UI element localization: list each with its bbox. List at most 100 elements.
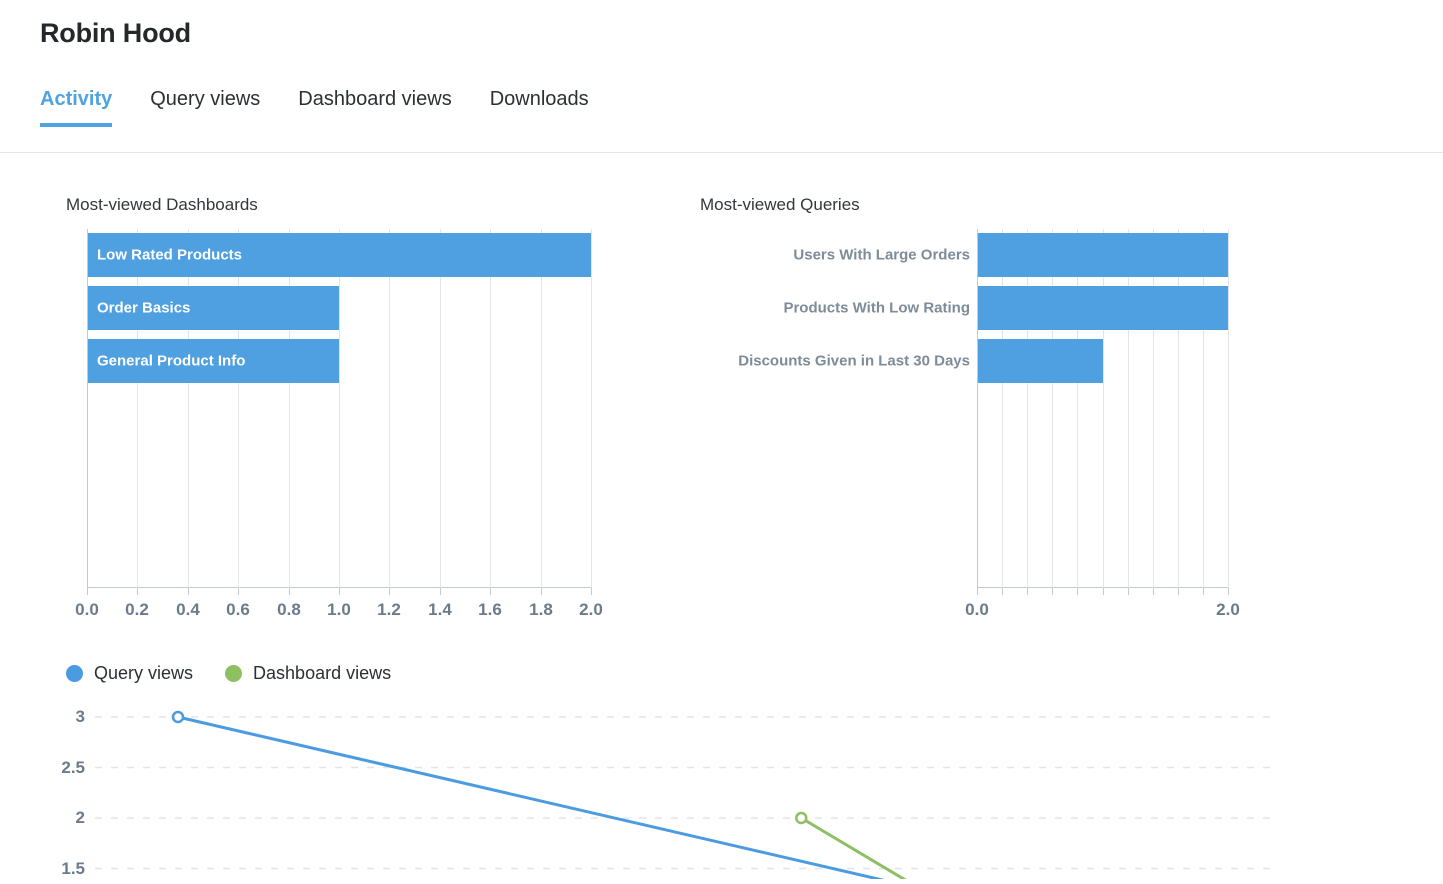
x-axis-tick xyxy=(389,588,390,595)
y-axis-line xyxy=(87,229,88,588)
x-axis-tick xyxy=(490,588,491,595)
x-axis-tick xyxy=(1077,588,1078,595)
x-axis-tick xyxy=(1128,588,1129,595)
most-viewed-queries-chart xyxy=(977,229,1228,588)
tab-activity[interactable]: Activity xyxy=(40,88,112,127)
x-axis-tick xyxy=(1203,588,1204,595)
tab-downloads-label: Downloads xyxy=(490,88,589,110)
gridline xyxy=(137,229,138,588)
gridline xyxy=(188,229,189,588)
gridline xyxy=(1128,229,1129,588)
views-over-time-chart: 3 2.5 2 1.5 xyxy=(0,690,1443,879)
gridline xyxy=(1103,229,1104,588)
tab-dashboard-views-label: Dashboard views xyxy=(298,88,451,110)
data-point-marker[interactable] xyxy=(796,813,806,823)
bar[interactable] xyxy=(978,233,1228,277)
x-axis-tick-label: 1.8 xyxy=(529,600,553,620)
gridline xyxy=(339,229,340,588)
bar-label: Order Basics xyxy=(97,300,190,317)
tab-downloads[interactable]: Downloads xyxy=(490,88,589,127)
data-point-marker[interactable] xyxy=(173,712,183,722)
x-axis-tick xyxy=(137,588,138,595)
gridline xyxy=(490,229,491,588)
x-axis-tick xyxy=(188,588,189,595)
x-axis-tick-label: 0.4 xyxy=(176,600,200,620)
line-chart-legend: Query views Dashboard views xyxy=(66,663,391,684)
legend-label-dashboard-views: Dashboard views xyxy=(253,663,391,684)
bar[interactable] xyxy=(978,339,1103,383)
tab-bar-divider xyxy=(0,152,1443,153)
gridline xyxy=(541,229,542,588)
line-series[interactable] xyxy=(801,818,920,879)
x-axis-tick xyxy=(1027,588,1028,595)
bar[interactable]: General Product Info xyxy=(88,339,339,383)
gridline xyxy=(591,229,592,588)
legend-label-query-views: Query views xyxy=(94,663,193,684)
gridline xyxy=(440,229,441,588)
line-series[interactable] xyxy=(178,717,920,879)
x-axis-tick xyxy=(1002,588,1003,595)
x-axis-tick xyxy=(289,588,290,595)
x-axis-tick xyxy=(591,588,592,595)
legend-dot-query-views xyxy=(66,665,83,682)
bar-label: Low Rated Products xyxy=(97,247,242,264)
bar-category-label: Products With Low Rating xyxy=(783,300,970,317)
y-axis-tick-label: 2.5 xyxy=(61,758,85,778)
tab-bar: Activity Query views Dashboard views Dow… xyxy=(40,88,589,127)
gridline xyxy=(1002,229,1003,588)
bar-category-label: Discounts Given in Last 30 Days xyxy=(738,353,970,370)
most-viewed-queries-title: Most-viewed Queries xyxy=(700,195,860,215)
tab-dashboard-views[interactable]: Dashboard views xyxy=(298,88,451,127)
x-axis-tick-label: 0.0 xyxy=(965,600,989,620)
bar[interactable] xyxy=(978,286,1228,330)
views-over-time-plot xyxy=(0,690,1443,879)
x-axis-tick-label: 2.0 xyxy=(1216,600,1240,620)
gridline xyxy=(238,229,239,588)
bar-label: General Product Info xyxy=(97,353,245,370)
gridline xyxy=(1052,229,1053,588)
x-axis-tick xyxy=(238,588,239,595)
gridline xyxy=(1153,229,1154,588)
x-axis-tick-label: 0.0 xyxy=(75,600,99,620)
x-axis-tick xyxy=(1103,588,1104,595)
x-axis-tick xyxy=(440,588,441,595)
gridline xyxy=(389,229,390,588)
y-axis-tick-label: 3 xyxy=(76,707,85,727)
x-axis-tick-label: 2.0 xyxy=(579,600,603,620)
legend-item-dashboard-views[interactable]: Dashboard views xyxy=(225,663,391,684)
gridline xyxy=(1228,229,1229,588)
y-axis-tick-label: 1.5 xyxy=(61,859,85,879)
x-axis-tick xyxy=(1178,588,1179,595)
gridline xyxy=(1178,229,1179,588)
tab-activity-label: Activity xyxy=(40,88,112,110)
x-axis-tick-label: 1.4 xyxy=(428,600,452,620)
x-axis-tick xyxy=(87,588,88,595)
x-axis-tick-label: 1.2 xyxy=(377,600,401,620)
gridline xyxy=(1027,229,1028,588)
x-axis-tick xyxy=(541,588,542,595)
x-axis-tick xyxy=(977,588,978,595)
x-axis-tick xyxy=(339,588,340,595)
legend-dot-dashboard-views xyxy=(225,665,242,682)
x-axis-tick-label: 0.6 xyxy=(226,600,250,620)
y-axis-tick-label: 2 xyxy=(76,808,85,828)
page-title: Robin Hood xyxy=(40,18,191,49)
most-viewed-dashboards-title: Most-viewed Dashboards xyxy=(66,195,258,215)
tab-query-views-label: Query views xyxy=(150,88,260,110)
bar[interactable]: Low Rated Products xyxy=(88,233,591,277)
x-axis-tick-label: 0.8 xyxy=(277,600,301,620)
x-axis-tick xyxy=(1228,588,1229,595)
gridline xyxy=(1077,229,1078,588)
gridline xyxy=(289,229,290,588)
x-axis-tick xyxy=(1052,588,1053,595)
legend-item-query-views[interactable]: Query views xyxy=(66,663,193,684)
x-axis-tick-label: 1.6 xyxy=(478,600,502,620)
y-axis-line xyxy=(977,229,978,588)
most-viewed-dashboards-chart: Low Rated Products Order Basics General Pr… xyxy=(87,229,591,588)
tab-query-views[interactable]: Query views xyxy=(150,88,260,127)
x-axis-tick-label: 0.2 xyxy=(125,600,149,620)
x-axis-tick-label: 1.0 xyxy=(327,600,351,620)
gridline xyxy=(1203,229,1204,588)
bar[interactable]: Order Basics xyxy=(88,286,339,330)
x-axis-tick xyxy=(1153,588,1154,595)
